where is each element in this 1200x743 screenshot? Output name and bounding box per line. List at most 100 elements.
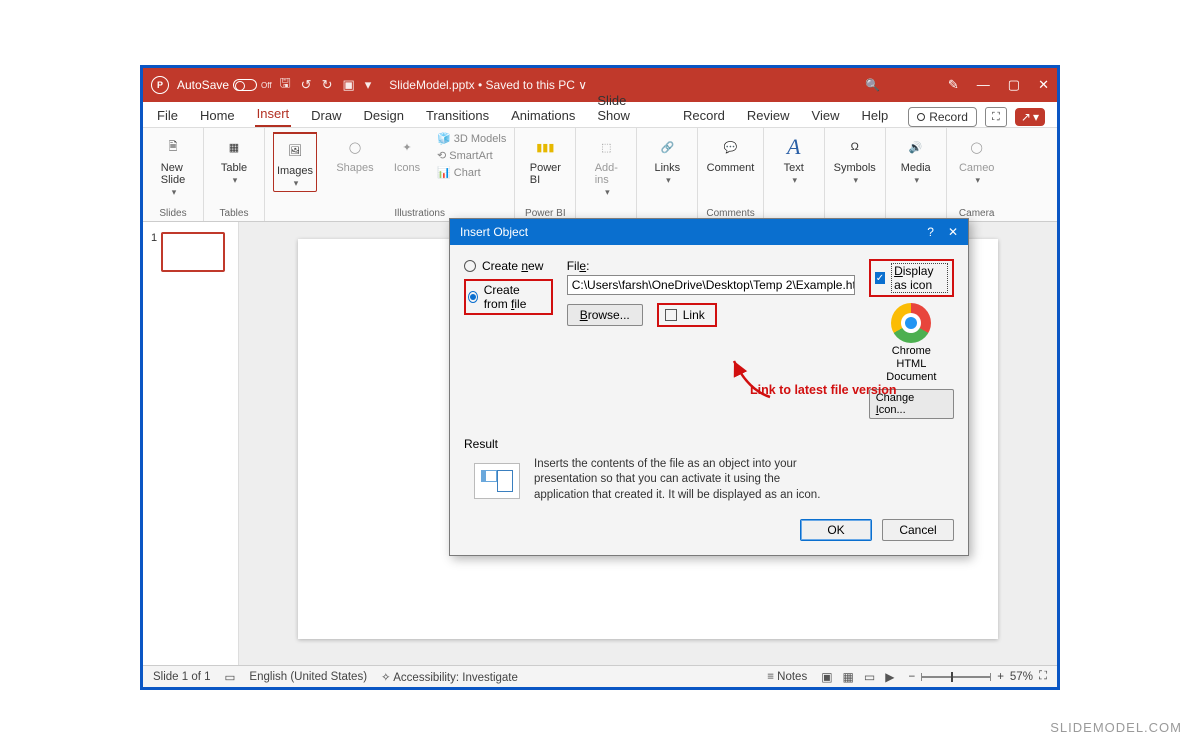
result-icon xyxy=(474,463,520,499)
group-label-slides: Slides xyxy=(159,206,186,221)
language-status[interactable]: English (United States) xyxy=(249,671,367,683)
file-path-input[interactable]: C:\Users\farsh\OneDrive\Desktop\Temp 2\E… xyxy=(567,275,855,295)
share-button[interactable]: ↗▾ xyxy=(1015,108,1045,126)
dialog-help-icon[interactable]: ? xyxy=(927,225,934,239)
autosave-label: AutoSave xyxy=(177,78,229,92)
chrome-icon xyxy=(891,303,931,343)
comment-button[interactable]: 💬Comment xyxy=(707,132,755,174)
present-button[interactable]: ⛶ xyxy=(985,107,1007,127)
group-label-illustrations: Illustrations xyxy=(394,206,445,221)
radio-create-new[interactable]: Create new xyxy=(464,259,553,273)
pencil-icon[interactable]: ✎ xyxy=(948,77,959,93)
tab-home[interactable]: Home xyxy=(198,104,237,127)
tab-file[interactable]: File xyxy=(155,104,180,127)
save-icon[interactable]: 🖫 xyxy=(280,74,291,96)
text-button[interactable]: AText xyxy=(772,132,816,186)
slide-canvas[interactable]: Insert Object ? ✕ Create new xyxy=(239,222,1057,665)
tab-review[interactable]: Review xyxy=(745,104,792,127)
record-button[interactable]: Record xyxy=(908,107,977,127)
3d-models-button[interactable]: 🧊 3D Models xyxy=(437,132,506,145)
autosave-state: Off xyxy=(261,81,272,90)
accessibility-status[interactable]: ✧ Accessibility: Investigate xyxy=(381,670,518,684)
smartart-button[interactable]: ⟲ SmartArt xyxy=(437,149,493,162)
display-as-icon-label: Display as icon xyxy=(891,263,948,293)
dialog-title: Insert Object xyxy=(460,225,528,239)
tab-animations[interactable]: Animations xyxy=(509,104,577,127)
result-label: Result xyxy=(464,437,954,451)
dialog-titlebar[interactable]: Insert Object ? ✕ xyxy=(450,219,968,245)
undo-icon[interactable]: ↺ xyxy=(301,77,312,93)
zoom-level[interactable]: 57% xyxy=(1010,671,1033,683)
display-as-icon-checkbox[interactable]: ✓ xyxy=(875,272,885,284)
tab-record[interactable]: Record xyxy=(681,104,727,127)
autosave-toggle[interactable]: AutoSave Off xyxy=(177,78,272,92)
sorter-view-icon[interactable]: ▦ xyxy=(843,670,854,684)
file-label: File: xyxy=(567,259,855,273)
ok-button[interactable]: OK xyxy=(800,519,872,541)
annotation-text: Link to latest file version xyxy=(750,383,897,397)
tab-help[interactable]: Help xyxy=(859,104,890,127)
group-addins: ⬚Add- ins xyxy=(576,128,637,221)
powerbi-button[interactable]: ▮▮▮Power BI xyxy=(523,132,567,186)
quick-access-toolbar: 🖫 ↺ ↻ ▣ ▾ xyxy=(280,74,372,96)
new-slide-button[interactable]: 🗎 New Slide xyxy=(151,132,195,198)
cameo-button[interactable]: ◯Cameo xyxy=(955,132,999,186)
shapes-button[interactable]: ◯Shapes xyxy=(333,132,377,174)
symbols-button[interactable]: ΩSymbols xyxy=(833,132,877,186)
close-icon[interactable]: ✕ xyxy=(1038,77,1049,93)
browse-button[interactable]: Browse... xyxy=(567,304,643,326)
maximize-icon[interactable]: ▢ xyxy=(1008,77,1020,93)
ribbon: 🗎 New Slide Slides ▦ Table Tables 🖼 Imag… xyxy=(143,128,1057,222)
app-icon: P xyxy=(151,76,169,94)
from-beginning-icon[interactable]: ▣ xyxy=(342,77,354,93)
group-slides: 🗎 New Slide Slides xyxy=(143,128,204,221)
fit-to-window-icon[interactable]: ⛶ xyxy=(1039,670,1047,683)
icon-caption: Chrome HTML Document xyxy=(886,345,936,385)
images-button[interactable]: 🖼 Images xyxy=(273,132,317,192)
group-powerbi: ▮▮▮Power BI Power BI xyxy=(515,128,576,221)
media-button[interactable]: 🔊Media xyxy=(894,132,938,186)
dialog-close-icon[interactable]: ✕ xyxy=(948,225,958,239)
zoom-control[interactable]: − + 57% ⛶ xyxy=(908,670,1047,683)
table-icon: ▦ xyxy=(219,132,249,162)
normal-view-icon[interactable]: ▣ xyxy=(821,670,832,684)
tab-draw[interactable]: Draw xyxy=(309,104,343,127)
tab-slideshow[interactable]: Slide Show xyxy=(595,89,663,127)
link-checkbox[interactable] xyxy=(665,309,677,321)
images-icon: 🖼 xyxy=(280,135,310,165)
slideshow-view-icon[interactable]: ▶ xyxy=(885,670,894,684)
redo-icon[interactable]: ↻ xyxy=(322,77,333,93)
spellcheck-icon[interactable]: ▭ xyxy=(225,670,236,684)
tab-insert[interactable]: Insert xyxy=(255,102,292,127)
cancel-button[interactable]: Cancel xyxy=(882,519,954,541)
tab-view[interactable]: View xyxy=(810,104,842,127)
tab-transitions[interactable]: Transitions xyxy=(424,104,491,127)
reading-view-icon[interactable]: ▭ xyxy=(864,670,875,684)
notes-button[interactable]: ≡ Notes xyxy=(767,671,807,683)
slide-counter[interactable]: Slide 1 of 1 xyxy=(153,671,211,683)
slide-thumbnail[interactable] xyxy=(161,232,225,272)
icons-button[interactable]: ✦Icons xyxy=(385,132,429,174)
work-area: 1 Insert Object ? ✕ xyxy=(143,222,1057,665)
zoom-slider[interactable] xyxy=(921,676,991,678)
search-icon[interactable]: 🔍 xyxy=(865,78,880,92)
zoom-out-icon[interactable]: − xyxy=(908,671,915,683)
tab-design[interactable]: Design xyxy=(362,104,406,127)
new-slide-icon: 🗎 xyxy=(158,132,188,162)
zoom-in-icon[interactable]: + xyxy=(997,671,1004,683)
addins-button[interactable]: ⬚Add- ins xyxy=(584,132,628,198)
link-label: Link xyxy=(683,308,705,322)
customize-qat-icon[interactable]: ▾ xyxy=(365,77,372,93)
ribbon-tabs: File Home Insert Draw Design Transitions… xyxy=(143,102,1057,128)
thumb-number: 1 xyxy=(151,232,157,272)
radio-create-from-file[interactable]: Create from file xyxy=(468,283,547,311)
group-links: 🔗Links xyxy=(637,128,698,221)
document-title[interactable]: SlideModel.pptx • Saved to this PC ∨ xyxy=(389,78,587,92)
toggle-pill[interactable] xyxy=(233,79,257,91)
group-media: 🔊Media xyxy=(886,128,947,221)
minimize-icon[interactable]: — xyxy=(977,77,990,93)
chart-button[interactable]: 📊 Chart xyxy=(437,166,481,179)
thumbnail-pane[interactable]: 1 xyxy=(143,222,239,665)
links-button[interactable]: 🔗Links xyxy=(645,132,689,186)
table-button[interactable]: ▦ Table xyxy=(212,132,256,186)
